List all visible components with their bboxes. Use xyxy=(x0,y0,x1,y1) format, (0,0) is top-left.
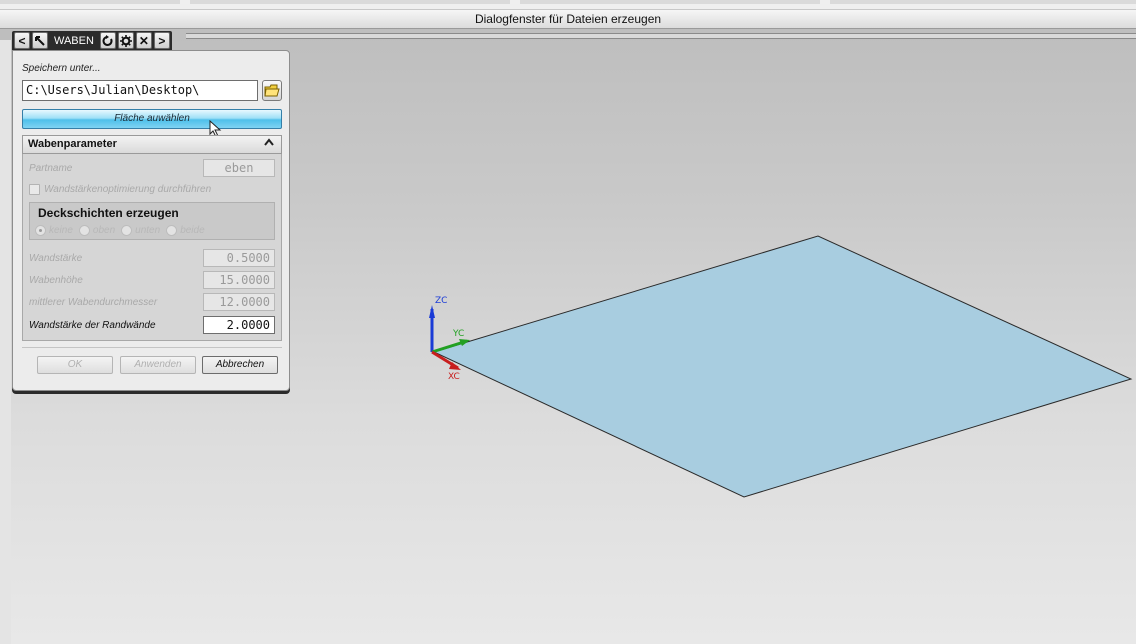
radio-label: beide xyxy=(180,225,205,236)
honeycomb-height-label: Wabenhöhe xyxy=(29,275,83,286)
radio-oben[interactable]: oben xyxy=(78,225,116,236)
edge-wall-label: Wandstärke der Randwände xyxy=(29,320,156,331)
folder-browse-button[interactable] xyxy=(262,80,282,101)
group-title: Wabenparameter xyxy=(28,138,117,150)
radio-dot[interactable] xyxy=(121,225,133,236)
folder-icon xyxy=(264,84,280,97)
edge-wall-field[interactable]: 2.0000 xyxy=(203,316,275,334)
save-path-field[interactable]: C:\Users\Julian\Desktop\ xyxy=(22,80,258,101)
radio-label: oben xyxy=(92,225,116,236)
honeycomb-height-field[interactable]: 15.0000 xyxy=(203,271,275,289)
next-button[interactable]: > xyxy=(153,32,170,49)
axis-x-label: XC xyxy=(448,372,460,382)
prev-button[interactable]: < xyxy=(14,32,30,49)
dialog-button-row: OK Anwenden Abbrechen xyxy=(22,347,282,374)
group-header-wabenparameter[interactable]: Wabenparameter xyxy=(22,135,282,154)
reset-icon[interactable] xyxy=(99,32,116,49)
mean-diameter-label: mittlerer Wabendurchmesser xyxy=(29,297,158,308)
mean-diameter-field[interactable]: 12.0000 xyxy=(203,293,275,311)
radio-dot[interactable] xyxy=(78,225,90,236)
group-body: Partname eben Wandstärkenoptimierung dur… xyxy=(22,154,282,341)
radio-beide[interactable]: beide xyxy=(166,225,205,236)
wall-thickness-field[interactable]: 0.5000 xyxy=(203,249,275,267)
partname-label: Partname xyxy=(29,163,73,174)
dialog-toolbar: < WABEN ✕ > xyxy=(12,31,172,50)
partname-field[interactable]: eben xyxy=(203,159,275,177)
chevron-up-icon[interactable] xyxy=(263,136,275,153)
gear-icon[interactable] xyxy=(117,32,134,49)
select-face-button[interactable]: Fläche auwählen xyxy=(22,109,282,129)
cover-layers-group: Deckschichten erzeugen keine oben unten … xyxy=(29,202,275,240)
cover-layers-options: keine oben unten beide xyxy=(35,225,211,236)
optimize-label: Wandstärkenoptimierung durchführen xyxy=(44,184,212,195)
axis-y-label: YC xyxy=(452,329,464,339)
arrow-icon[interactable] xyxy=(32,32,48,49)
apply-button[interactable]: Anwenden xyxy=(120,356,196,374)
axis-z-arrow xyxy=(429,305,435,318)
optimize-checkbox-row[interactable]: Wandstärkenoptimierung durchführen xyxy=(29,184,211,195)
planar-face[interactable] xyxy=(432,235,1133,498)
close-icon[interactable]: ✕ xyxy=(135,32,152,49)
wall-thickness-label: Wandstärke xyxy=(29,253,83,264)
honeycomb-dialog: Speichern unter... C:\Users\Julian\Deskt… xyxy=(12,50,290,391)
save-as-label: Speichern unter... xyxy=(22,63,101,74)
ok-button[interactable]: OK xyxy=(37,356,113,374)
nx-screen: Dialogfenster für Dateien erzeugen ZC YC… xyxy=(0,0,1136,644)
radio-dot[interactable] xyxy=(35,225,46,236)
dialog-toolbar-title: WABEN xyxy=(54,34,94,47)
axis-z-label: ZC xyxy=(435,296,447,306)
optimize-checkbox[interactable] xyxy=(29,184,40,195)
radio-dot[interactable] xyxy=(166,225,178,236)
radio-label: unten xyxy=(135,225,161,236)
radio-unten[interactable]: unten xyxy=(121,225,160,236)
radio-label: keine xyxy=(49,225,73,236)
cover-layers-title: Deckschichten erzeugen xyxy=(38,206,179,220)
radio-keine[interactable]: keine xyxy=(35,225,73,236)
cancel-button[interactable]: Abbrechen xyxy=(202,356,278,374)
